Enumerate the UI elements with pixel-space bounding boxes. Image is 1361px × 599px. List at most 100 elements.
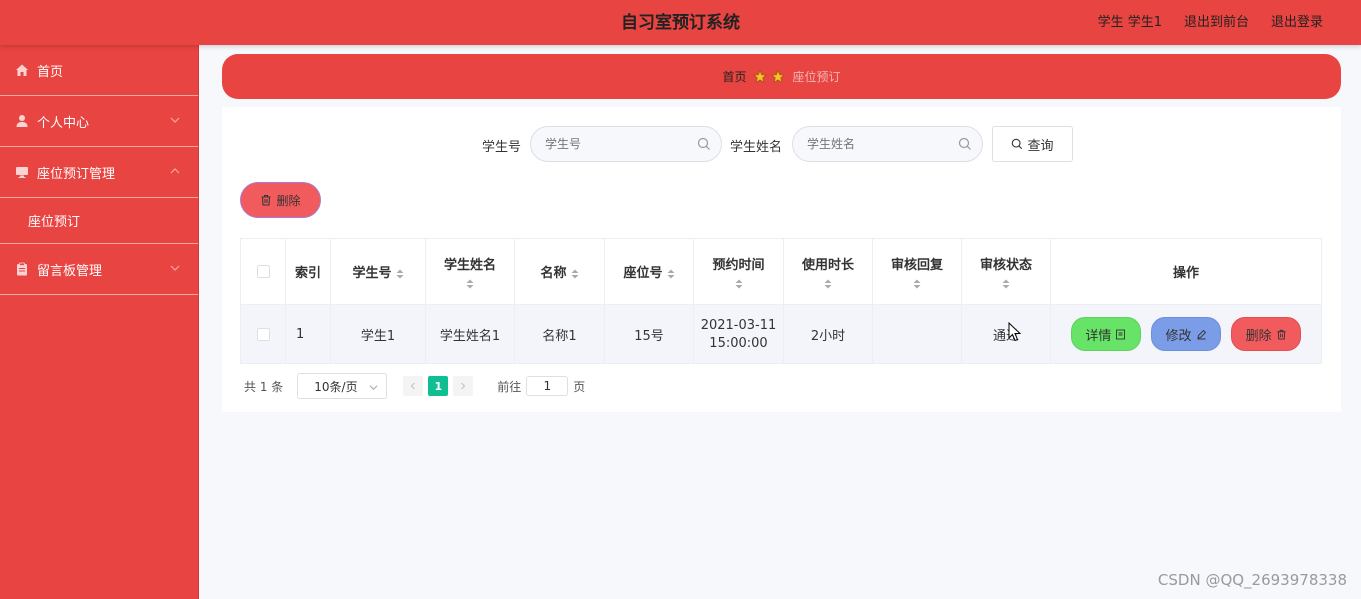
sidebar-item-seat-management[interactable]: 座位预订管理 — [0, 147, 198, 198]
search-icon — [697, 137, 710, 150]
cell-reserve-time: 2021-03-11 15:00:00 — [693, 304, 784, 364]
sidebar-item-label: 首页 — [37, 64, 64, 80]
sidebar-item-label: 留言板管理 — [37, 263, 103, 279]
sort-icon[interactable] — [913, 279, 921, 289]
cell-seat-no: 15号 — [604, 304, 694, 364]
col-review-reply-label: 审核回复 — [890, 258, 943, 273]
clipboard-icon — [17, 262, 27, 276]
cell-review-status: 通过 — [961, 304, 1051, 364]
sidebar-item-label: 个人中心 — [37, 115, 90, 131]
reservation-table: 索引 学生号 学生姓名 名称 座位号 预约时间 使用时长 审核回复 审核状态 操… — [240, 238, 1322, 364]
search-form: 学生号 学生姓名 查询 — [222, 126, 1341, 162]
prev-page-button[interactable] — [403, 376, 424, 396]
delete-button-label: 删除 — [1245, 328, 1272, 344]
reserve-clock: 15:00:00 — [709, 335, 768, 351]
sidebar-item-message-board[interactable]: 留言板管理 — [0, 244, 198, 295]
goto-page-input[interactable]: 1 — [526, 376, 569, 396]
col-review-status[interactable]: 审核状态 — [961, 238, 1051, 305]
cell-operations: 详情 修改 删除 — [1050, 304, 1322, 364]
breadcrumb-home[interactable]: 首页 — [722, 68, 746, 85]
student-name-field — [792, 126, 983, 162]
goto-suffix: 页 — [573, 379, 586, 394]
student-no-label: 学生号 — [482, 140, 522, 155]
batch-delete-button[interactable]: 删除 — [240, 182, 321, 218]
content-panel: 学生号 学生姓名 查询 删除 索引 学生号 学生姓名 名称 座位号 — [222, 107, 1341, 412]
cell-duration: 2小时 — [783, 304, 873, 364]
col-review-reply[interactable]: 审核回复 — [872, 238, 962, 305]
chevron-up-icon — [170, 168, 180, 174]
col-name[interactable]: 名称 — [514, 238, 605, 305]
page-number-button[interactable]: 1 — [428, 376, 449, 396]
col-index-label: 索引 — [294, 266, 321, 281]
col-index: 索引 — [285, 238, 331, 305]
delete-button[interactable]: 删除 — [1231, 317, 1302, 351]
table-header-row: 索引 学生号 学生姓名 名称 座位号 预约时间 使用时长 审核回复 审核状态 操… — [240, 238, 1322, 305]
reserve-date: 2021-03-11 — [700, 317, 777, 333]
query-button-label: 查询 — [1027, 138, 1054, 154]
col-student-no[interactable]: 学生号 — [330, 238, 426, 305]
next-page-button[interactable] — [453, 376, 474, 396]
sidebar-item-home[interactable]: 首页 — [0, 45, 198, 96]
trash-icon — [1277, 329, 1286, 340]
sort-icon[interactable] — [571, 269, 579, 279]
query-button[interactable]: 查询 — [992, 126, 1073, 162]
page-size-value: 10条/页 — [314, 379, 358, 394]
sidebar: 首页 个人中心 座位预订管理 座位预订 留言板管理 — [0, 45, 199, 599]
pagination: 共 1 条 10条/页 1 前往 1 页 — [244, 373, 585, 399]
user-icon — [16, 115, 28, 127]
edit-button[interactable]: 修改 — [1151, 317, 1221, 351]
detail-button[interactable]: 详情 — [1070, 317, 1141, 351]
chevron-left-icon — [410, 382, 416, 390]
sort-icon[interactable] — [396, 269, 404, 279]
row-checkbox[interactable] — [256, 327, 270, 341]
sort-icon[interactable] — [824, 279, 832, 289]
sidebar-item-label: 座位预订管理 — [37, 166, 116, 182]
mouse-cursor-icon — [1008, 322, 1022, 342]
sidebar-item-seat-reservation[interactable]: 座位预订 — [0, 198, 198, 244]
page-size-select[interactable]: 10条/页 — [297, 373, 388, 399]
exit-to-front-link[interactable]: 退出到前台 — [1184, 11, 1249, 30]
home-icon — [16, 64, 28, 76]
stars-icon — [752, 69, 785, 83]
student-name-input[interactable] — [807, 127, 937, 161]
batch-delete-label: 删除 — [276, 193, 301, 208]
col-student-name-label: 学生姓名 — [443, 258, 496, 273]
monitor-icon — [16, 167, 28, 178]
col-duration-label: 使用时长 — [801, 258, 854, 273]
goto-prefix: 前往 — [497, 379, 522, 394]
col-duration[interactable]: 使用时长 — [783, 238, 873, 305]
student-name-label: 学生姓名 — [730, 140, 783, 155]
cell-review-reply — [872, 304, 962, 364]
trash-icon — [261, 195, 271, 206]
sort-icon[interactable] — [1002, 279, 1010, 289]
sort-icon[interactable] — [667, 269, 675, 279]
pencil-icon — [1196, 329, 1206, 339]
breadcrumb: 首页 座位预订 — [222, 54, 1341, 99]
select-all-checkbox[interactable] — [256, 265, 270, 278]
sort-icon[interactable] — [466, 279, 474, 289]
table-row: 1 学生1 学生姓名1 名称1 15号 2021-03-11 15:00:00 … — [240, 304, 1322, 364]
chevron-down-icon — [170, 117, 180, 123]
col-seat-no[interactable]: 座位号 — [604, 238, 694, 305]
cell-name: 名称1 — [514, 304, 605, 364]
current-user-label: 学生 学生1 — [1097, 15, 1162, 30]
col-reserve-time[interactable]: 预约时间 — [693, 238, 784, 305]
col-student-no-label: 学生号 — [352, 266, 392, 281]
watermark: CSDN @QQ_2693978338 — [1157, 571, 1347, 589]
sort-icon[interactable] — [735, 279, 743, 289]
pagination-total: 共 1 条 — [244, 379, 284, 394]
col-student-name[interactable]: 学生姓名 — [425, 238, 515, 305]
cell-student-name: 学生姓名1 — [425, 304, 515, 364]
row-select-cell — [240, 304, 286, 364]
student-no-input[interactable] — [545, 127, 675, 161]
col-review-status-label: 审核状态 — [979, 258, 1032, 273]
col-operations: 操作 — [1050, 238, 1322, 305]
student-no-field — [530, 126, 722, 162]
logout-link[interactable]: 退出登录 — [1271, 11, 1323, 30]
top-header: 自习室预订系统 学生 学生1 退出到前台 退出登录 — [0, 0, 1361, 45]
search-icon — [1012, 138, 1023, 150]
col-seat-no-label: 座位号 — [623, 266, 663, 281]
sidebar-item-personal-center[interactable]: 个人中心 — [0, 96, 198, 147]
cell-student-no: 学生1 — [330, 304, 426, 364]
col-name-label: 名称 — [540, 266, 567, 281]
